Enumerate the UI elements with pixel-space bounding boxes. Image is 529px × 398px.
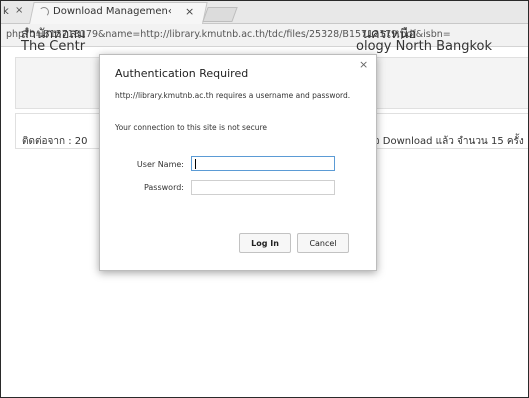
username-label: User Name: bbox=[136, 160, 184, 169]
browser-window: k × Download Managemen‹ × php?b=B1571317… bbox=[0, 0, 529, 398]
authentication-dialog: Authentication Required × http://library… bbox=[99, 54, 377, 271]
new-tab-button[interactable] bbox=[202, 7, 238, 22]
password-label: Password: bbox=[143, 183, 184, 192]
dialog-close-icon[interactable]: × bbox=[359, 58, 368, 71]
header-english-left: The Centr bbox=[21, 39, 86, 54]
log-in-button[interactable]: Log In bbox=[239, 233, 291, 253]
tab-previous[interactable]: k × bbox=[1, 3, 27, 23]
text-caret bbox=[195, 159, 196, 169]
tab-active-title: Download Managemen‹ bbox=[53, 6, 172, 17]
username-input[interactable] bbox=[191, 156, 335, 171]
dialog-security-warning: Your connection to this site is not secu… bbox=[115, 123, 267, 132]
tab-active[interactable]: Download Managemen‹ × bbox=[35, 4, 205, 22]
tab-previous-close-icon[interactable]: × bbox=[15, 5, 23, 16]
cancel-button[interactable]: Cancel bbox=[297, 233, 349, 253]
dialog-title: Authentication Required bbox=[115, 67, 249, 80]
loading-spinner-icon bbox=[39, 7, 49, 17]
tab-strip: k × Download Managemen‹ × bbox=[1, 1, 528, 24]
tab-active-close-icon[interactable]: × bbox=[185, 5, 194, 18]
download-count-text: นใจ Download แล้ว จำนวน 15 ครั้ง bbox=[362, 136, 524, 147]
tab-previous-title: k bbox=[3, 6, 9, 17]
password-input[interactable] bbox=[191, 180, 335, 195]
contact-text-left: ติดต่อจาก : 20 bbox=[22, 136, 88, 147]
header-english-right: ology North Bangkok bbox=[356, 39, 493, 54]
dialog-message: http://library.kmutnb.ac.th requires a u… bbox=[115, 91, 351, 100]
